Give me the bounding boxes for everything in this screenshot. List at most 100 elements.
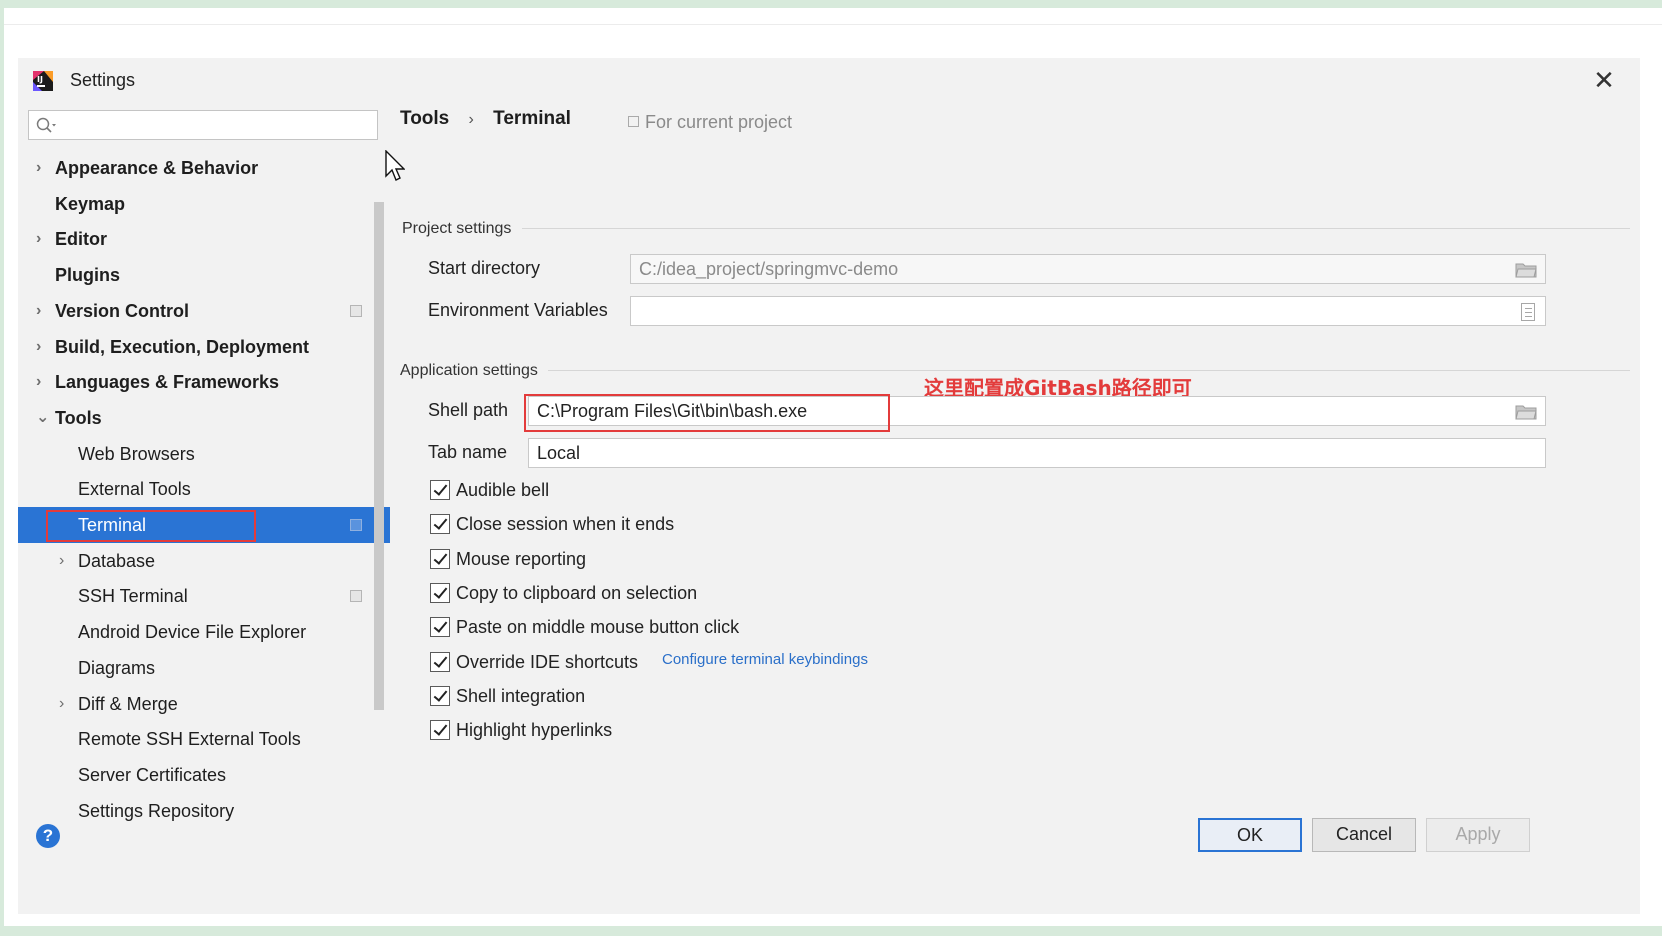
checkbox-label: Highlight hyperlinks (456, 720, 613, 741)
sidebar-item-label: Plugins (55, 265, 121, 286)
sidebar-scrollbar[interactable] (374, 202, 384, 710)
project-settings-label: Project settings (402, 220, 512, 237)
sidebar-item[interactable]: SSH Terminal (18, 578, 390, 614)
sidebar-item-label: Keymap (55, 193, 126, 214)
intellij-logo-icon: IJ (33, 71, 53, 91)
checkbox-label: Copy to clipboard on selection (456, 582, 698, 603)
sidebar-item[interactable]: Settings Repository (18, 793, 390, 829)
settings-dialog: IJ Settings ✕ › Appearance & Behavior Keym… (18, 58, 1640, 914)
sidebar-item-label: Android Device File Explorer (78, 622, 307, 643)
breadcrumb-parent[interactable]: Tools (400, 108, 449, 130)
outer-left-band (0, 8, 4, 936)
chevron-down-icon[interactable]: ⌄ (36, 400, 49, 436)
checkbox-label: Override IDE shortcuts (456, 651, 639, 672)
sidebar-item-label: Languages & Frameworks (55, 372, 280, 393)
title-bar: IJ Settings ✕ (18, 58, 1640, 104)
shell-path-highlight (524, 394, 890, 432)
checkbox-checked[interactable] (430, 582, 450, 603)
sidebar-item-label: Version Control (55, 300, 190, 321)
chevron-right-icon[interactable]: › (59, 686, 64, 722)
settings-search[interactable] (28, 110, 378, 140)
start-directory-field[interactable]: C:/idea_project/springmvc-demo (630, 254, 1546, 284)
sidebar-item[interactable]: Terminal (18, 507, 390, 543)
sidebar-item[interactable]: External Tools (18, 471, 390, 507)
search-icon (36, 117, 56, 133)
sidebar-item[interactable]: Web Browsers (18, 436, 390, 472)
checkbox-label: Mouse reporting (456, 548, 587, 569)
scope-indicator: For current project (628, 112, 792, 133)
checkbox-checked[interactable] (430, 617, 450, 638)
chevron-right-icon[interactable]: › (36, 329, 41, 365)
configure-keybindings-link[interactable]: Configure terminal keybindings (662, 651, 868, 668)
terminal-highlight (46, 510, 256, 542)
start-directory-value: C:/idea_project/springmvc-demo (639, 259, 899, 279)
settings-sidebar: › Appearance & Behavior Keymap › Editor Plugi… (18, 104, 390, 850)
checkbox-checked[interactable] (430, 548, 450, 569)
sidebar-item[interactable]: Keymap (18, 186, 390, 222)
chevron-right-icon[interactable]: › (36, 221, 41, 257)
application-settings-divider (548, 370, 1630, 371)
document-icon[interactable] (1521, 303, 1535, 321)
sidebar-item[interactable]: Remote SSH External Tools (18, 721, 390, 757)
project-settings-divider (522, 228, 1630, 229)
start-directory-label: Start directory (428, 258, 541, 278)
ok-button[interactable]: OK (1198, 818, 1302, 852)
chevron-right-icon[interactable]: › (36, 364, 41, 400)
tab-name-field[interactable]: Local (528, 438, 1546, 468)
scope-label: For current project (645, 112, 793, 132)
outer-divider (0, 24, 1662, 25)
checkbox-checked[interactable] (430, 685, 450, 706)
sidebar-item[interactable]: › Diff & Merge (18, 686, 390, 722)
close-icon: ✕ (1593, 65, 1615, 95)
sidebar-item[interactable]: Android Device File Explorer (18, 614, 390, 650)
sidebar-item-label: Build, Execution, Deployment (55, 336, 310, 357)
sidebar-item-label: SSH Terminal (78, 586, 188, 607)
sidebar-item-label: Appearance & Behavior (55, 158, 259, 178)
project-scope-icon (628, 116, 639, 127)
sidebar-item-label: Database (78, 550, 156, 571)
env-vars-label: Environment Variables (428, 300, 608, 320)
sidebar-item[interactable]: Diagrams (18, 650, 390, 686)
checkbox-checked[interactable] (430, 720, 450, 741)
close-button[interactable]: ✕ (1590, 66, 1618, 94)
mouse-cursor-icon (385, 150, 405, 181)
sidebar-item[interactable]: › Appearance & Behavior (18, 150, 390, 186)
sidebar-item-label: Diagrams (78, 657, 156, 678)
folder-icon[interactable] (1515, 262, 1537, 278)
env-vars-field[interactable] (630, 296, 1546, 326)
checkbox-label: Paste on middle mouse button click (456, 617, 740, 638)
checkbox-checked[interactable] (430, 480, 450, 500)
shell-path-label: Shell path (428, 400, 509, 420)
window-title: Settings (70, 70, 136, 90)
folder-icon[interactable] (1515, 404, 1537, 420)
search-input[interactable] (63, 113, 373, 137)
chevron-right-icon[interactable]: › (59, 543, 64, 579)
sidebar-item-label: Tools (55, 407, 102, 428)
apply-button[interactable]: Apply (1426, 818, 1530, 852)
sidebar-item-label: Web Browsers (78, 443, 195, 464)
sidebar-item-label: Server Certificates (78, 764, 227, 785)
checkbox-checked[interactable] (430, 514, 450, 535)
sidebar-item[interactable]: › Database (18, 543, 390, 579)
sidebar-item-label: Editor (55, 229, 107, 250)
breadcrumb-current: Terminal (493, 108, 571, 129)
sidebar-item[interactable]: ⌄ Tools (18, 400, 390, 436)
sidebar-item[interactable]: › Build, Execution, Deployment (18, 329, 390, 365)
sidebar-item[interactable]: Plugins (18, 257, 390, 293)
sidebar-item[interactable]: › Editor (18, 221, 390, 257)
outer-top-band (0, 0, 1662, 8)
cancel-button[interactable]: Cancel (1312, 818, 1416, 852)
chevron-right-icon[interactable]: › (36, 150, 41, 186)
checkbox-checked[interactable] (430, 651, 450, 672)
help-icon[interactable]: ? (36, 824, 60, 848)
project-scope-icon (350, 519, 362, 531)
outer-bottom-band (0, 926, 1662, 936)
sidebar-item[interactable]: Server Certificates (18, 757, 390, 793)
terminal-settings-panel: Tools › Terminal For current project Pro… (384, 104, 1640, 850)
sidebar-item[interactable]: › Version Control (18, 293, 390, 329)
breadcrumb: Tools › Terminal (400, 108, 571, 130)
sidebar-item[interactable]: › Languages & Frameworks (18, 364, 390, 400)
chevron-right-icon[interactable]: › (36, 293, 41, 329)
tab-name-label: Tab name (428, 442, 508, 462)
application-settings-label: Application settings (400, 362, 538, 379)
